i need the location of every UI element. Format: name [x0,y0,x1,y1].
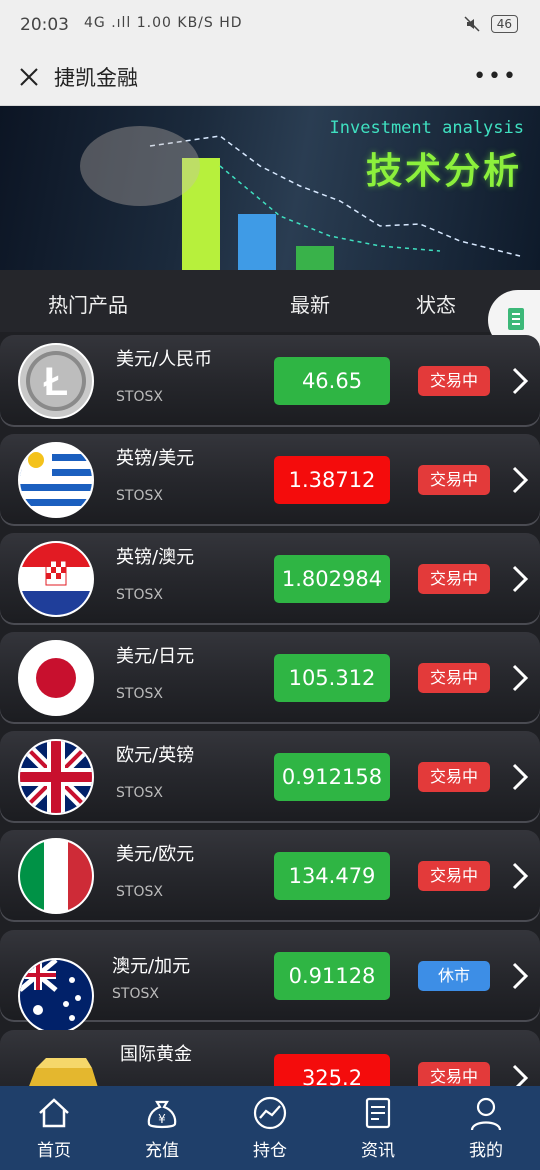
close-icon[interactable] [14,62,44,92]
title-bar: 捷凯金融 ••• [0,50,540,106]
price-box: 0.912158 [274,753,390,801]
banner-title: 技术分析 [365,151,522,192]
news-icon [365,1097,391,1129]
product-code: STOSX [116,488,163,504]
nav-news[interactable]: 资讯 [324,1086,432,1170]
banner-subtitle: Investment analysis [329,118,524,138]
list-item[interactable]: 美元/日元 STOSX 105.312 交易中 [0,632,540,724]
price-box: 0.91128 [274,952,390,1000]
nav-label: 持仓 [253,1141,287,1161]
nav-positions[interactable]: 持仓 [216,1086,324,1170]
nav-profile[interactable]: 我的 [432,1086,540,1170]
croatia-flag-icon [18,541,94,617]
product-name: 英镑/澳元 [116,547,195,568]
chevron-right-icon[interactable] [510,563,530,595]
status-badge: 交易中 [418,861,490,891]
chevron-right-icon[interactable] [510,662,530,694]
nav-label: 我的 [469,1141,503,1161]
header-status: 状态 [416,293,456,317]
product-code: STOSX [116,884,163,900]
chevron-right-icon[interactable] [510,960,530,992]
header-product: 热门产品 [48,293,128,317]
product-name: 美元/欧元 [116,844,195,865]
chevron-right-icon[interactable] [510,860,530,892]
status-badge: 休市 [418,961,490,991]
nav-recharge[interactable]: ¥ 充值 [108,1086,216,1170]
uk-flag-icon [18,739,94,815]
battery-icon: 46 [490,15,518,33]
list-item[interactable]: 英镑/美元 STOSX 1.38712 交易中 [0,434,540,526]
product-code: STOSX [112,986,159,1002]
product-code: STOSX [116,587,163,603]
product-name: 美元/日元 [116,646,195,667]
network-indicator: 4G .ıll 1.00 KB/S HD [84,15,243,31]
product-name: 澳元/加元 [112,956,191,977]
nav-home[interactable]: 首页 [0,1086,108,1170]
price-box: 134.479 [274,852,390,900]
italy-flag-icon [18,838,94,914]
japan-flag-icon [18,640,94,716]
product-code: STOSX [116,686,163,702]
home-icon [39,1098,69,1128]
status-badge: 交易中 [418,564,490,594]
status-icons: 46 [463,15,518,33]
list-header: 热门产品 最新 状态 [0,270,540,332]
australia-flag-icon [18,958,94,1034]
price-box: 46.65 [274,357,390,405]
list-item[interactable]: Ł 美元/人民币 STOSX 46.65 交易中 [0,335,540,427]
litecoin-icon: Ł [18,343,94,419]
status-badge: 交易中 [418,465,490,495]
svg-text:¥: ¥ [158,1112,166,1126]
status-bar: 20:03 4G .ıll 1.00 KB/S HD 46 [0,0,540,50]
mute-icon [464,16,480,32]
list-item[interactable]: 欧元/英镑 STOSX 0.912158 交易中 [0,731,540,823]
status-badge: 交易中 [418,366,490,396]
banner: Investment analysis 技术分析 [0,106,540,270]
product-code: STOSX [116,389,163,405]
price-box: 1.802984 [274,555,390,603]
list-item[interactable]: 澳元/加元 STOSX 0.91128 休市 [0,930,540,1034]
chevron-right-icon[interactable] [510,365,530,397]
svg-text:Ł: Ł [44,360,68,404]
price-box: 1.38712 [274,456,390,504]
nav-label: 首页 [37,1141,71,1161]
chevron-right-icon[interactable] [510,761,530,793]
nav-label: 充值 [145,1141,179,1161]
user-icon [470,1097,502,1131]
page-title: 捷凯金融 [54,66,138,90]
money-bag-icon: ¥ [147,1100,177,1129]
product-name: 欧元/英镑 [116,745,195,766]
product-code: STOSX [116,785,163,801]
status-badge: 交易中 [418,762,490,792]
chevron-right-icon[interactable] [510,464,530,496]
list-item[interactable]: 英镑/澳元 STOSX 1.802984 交易中 [0,533,540,625]
bottom-nav: 首页 ¥ 充值 持仓 资讯 我的 [0,1086,540,1170]
product-name: 美元/人民币 [116,349,213,370]
more-menu-icon[interactable]: ••• [473,64,518,89]
header-latest: 最新 [290,293,330,317]
list-item[interactable]: 美元/欧元 STOSX 134.479 交易中 [0,830,540,922]
product-name: 英镑/美元 [116,448,195,469]
clock: 20:03 [20,15,69,35]
price-box: 105.312 [274,654,390,702]
uruguay-flag-icon [18,442,94,518]
chart-icon [253,1096,287,1130]
nav-label: 资讯 [361,1141,395,1161]
document-icon [508,308,524,330]
product-name: 国际黄金 [120,1044,192,1065]
status-badge: 交易中 [418,663,490,693]
